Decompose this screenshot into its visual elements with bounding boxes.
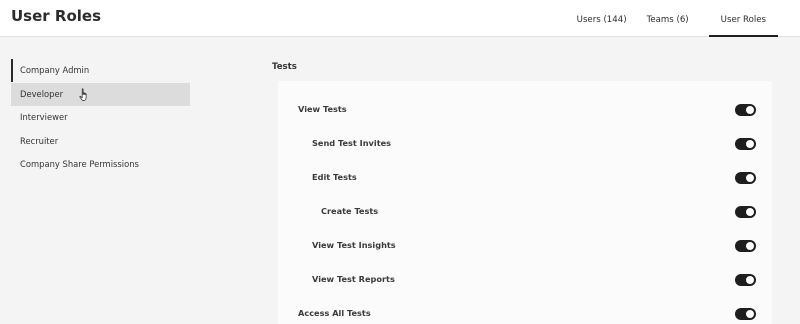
permission-toggle[interactable] xyxy=(735,104,756,116)
permission-toggle[interactable] xyxy=(735,240,756,252)
hand-pointer-icon xyxy=(79,87,87,101)
role-item-label: Company Share Permissions xyxy=(20,159,139,169)
toggle-knob xyxy=(745,241,755,251)
role-item-label: Developer xyxy=(20,88,64,99)
role-item-label: Interviewer xyxy=(20,112,68,122)
permission-row-send-test-invites: Send Test Invites xyxy=(278,135,772,155)
permission-label: View Test Reports xyxy=(312,274,395,284)
page-title: User Roles xyxy=(11,7,101,25)
permission-toggle[interactable] xyxy=(735,172,756,184)
permission-toggle[interactable] xyxy=(735,274,756,286)
tab-teams[interactable]: Teams (6) xyxy=(637,0,699,37)
toggle-knob xyxy=(745,173,755,183)
tab-users[interactable]: Users (144) xyxy=(567,0,637,37)
toggle-knob xyxy=(745,207,755,217)
permission-label: Send Test Invites xyxy=(312,138,392,148)
permission-label: View Test Insights xyxy=(312,240,396,250)
permission-toggle[interactable] xyxy=(735,138,756,150)
permission-row-access-all-tests: Access All Tests xyxy=(278,305,772,324)
role-item-label: Recruiter xyxy=(20,135,59,146)
permission-label: Edit Tests xyxy=(312,172,357,182)
permission-label: Create Tests xyxy=(321,206,379,216)
role-item-company-share-permissions[interactable]: Company Share Permissions xyxy=(11,153,190,176)
role-item-interviewer[interactable]: Interviewer xyxy=(11,106,190,129)
permission-row-edit-tests: Edit Tests xyxy=(278,169,772,189)
header-bar: User Roles Users (144) Teams (6) User Ro… xyxy=(0,0,800,37)
permission-row-view-test-insights: View Test Insights xyxy=(278,237,772,257)
roles-sidebar: Company Admin Developer Interviewer Recr… xyxy=(11,59,190,176)
role-item-company-admin[interactable]: Company Admin xyxy=(11,59,190,82)
permission-row-view-tests: View Tests xyxy=(278,101,772,121)
toggle-knob xyxy=(745,309,755,319)
permission-toggle[interactable] xyxy=(735,308,756,320)
permissions-panel: View Tests Send Test Invites Edit Tests … xyxy=(278,81,772,324)
tab-user-roles[interactable]: User Roles xyxy=(708,0,779,37)
toggle-knob xyxy=(745,105,755,115)
permission-label: View Tests xyxy=(298,104,347,114)
tab-bar: Users (144) Teams (6) User Roles xyxy=(567,0,800,37)
permission-toggle[interactable] xyxy=(735,206,756,218)
role-item-developer[interactable]: Developer xyxy=(11,82,190,106)
permission-row-create-tests: Create Tests xyxy=(278,203,772,223)
role-item-label: Company Admin xyxy=(20,65,90,75)
section-title-tests: Tests xyxy=(272,62,297,72)
toggle-knob xyxy=(745,139,755,149)
toggle-knob xyxy=(745,275,755,285)
role-item-recruiter[interactable]: Recruiter xyxy=(11,130,190,153)
permission-row-view-test-reports: View Test Reports xyxy=(278,271,772,291)
permission-label: Access All Tests xyxy=(298,308,371,318)
